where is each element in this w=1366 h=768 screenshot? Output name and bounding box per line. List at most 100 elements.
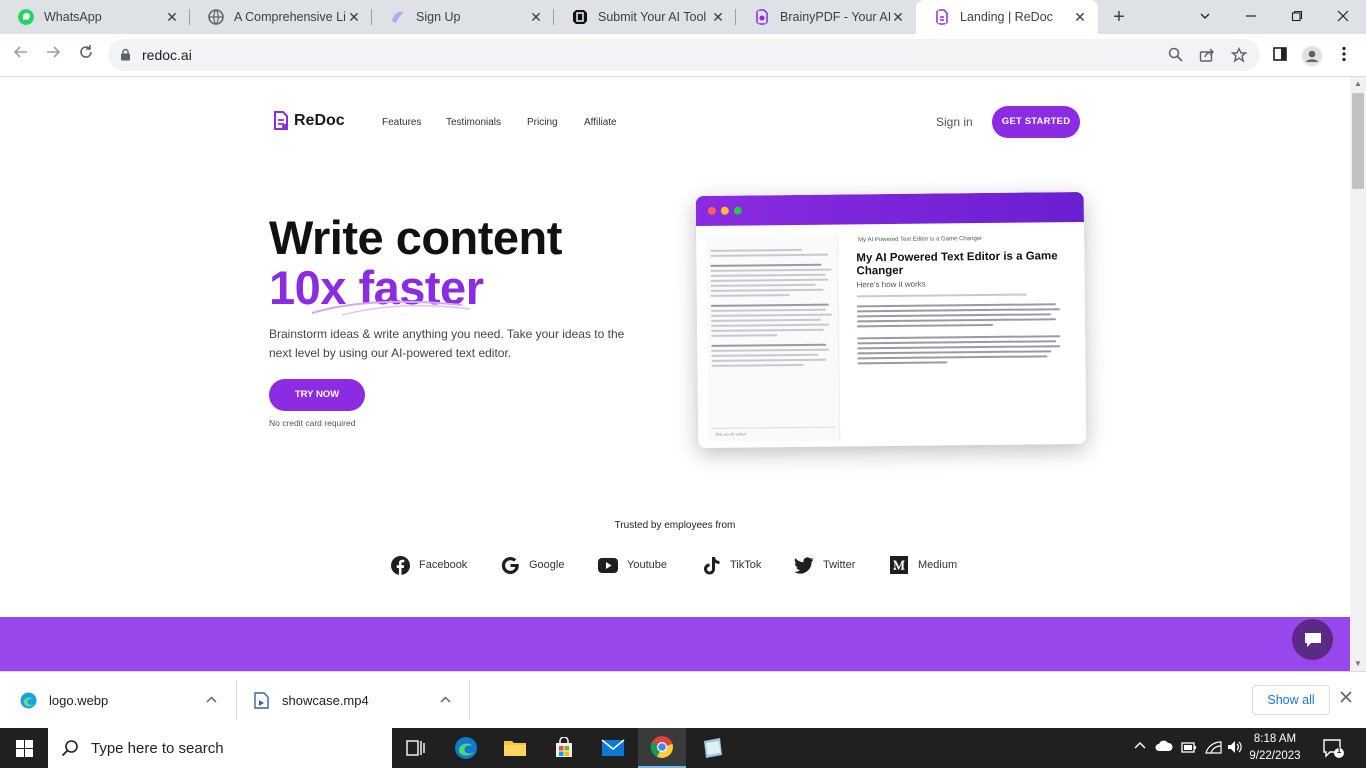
share-icon[interactable] <box>1198 47 1216 65</box>
close-icon[interactable]: ✕ <box>710 9 726 26</box>
editor-mockup-image: Ask an AI writer My AI Powered Text Edit… <box>695 191 1087 449</box>
chevron-up-icon[interactable] <box>206 694 217 708</box>
tab-title: BrainyPDF - Your AI pc <box>780 10 890 24</box>
close-window-button[interactable] <box>1320 0 1366 34</box>
tab-comprehensive-list[interactable]: A Comprehensive List ✕ <box>190 0 372 34</box>
windows-logo-icon <box>15 739 33 757</box>
download-bar: logo.webp showcase.mp4 Show all <box>0 671 1366 728</box>
minimize-icon <box>1246 15 1256 17</box>
show-hidden-icons[interactable] <box>1134 740 1146 755</box>
chevron-up-icon[interactable] <box>440 694 451 708</box>
notepad-icon <box>704 738 722 758</box>
redoc-logo[interactable]: ReDoc <box>273 110 345 131</box>
nav-testimonials[interactable]: Testimonials <box>446 117 501 128</box>
onedrive-tray-icon[interactable] <box>1155 740 1173 755</box>
battery-tray-icon[interactable] <box>1181 740 1197 757</box>
whatsapp-icon <box>18 9 34 25</box>
nav-affiliate[interactable]: Affiliate <box>584 117 617 128</box>
chat-widget-button[interactable] <box>1292 619 1333 660</box>
brand-youtube: Youtube <box>598 555 667 575</box>
close-icon[interactable]: ✕ <box>890 9 906 26</box>
close-icon <box>1337 10 1349 22</box>
mockup-input: Ask an AI writer <box>712 426 837 440</box>
notification-center-button[interactable]: 1 <box>1322 737 1344 759</box>
sign-in-link[interactable]: Sign in <box>936 115 973 129</box>
close-download-bar-icon[interactable] <box>1340 690 1352 707</box>
mail-icon <box>601 739 625 756</box>
download-filename: showcase.mp4 <box>282 693 369 708</box>
no-credit-card-note: No credit card required <box>269 418 356 428</box>
tiktok-icon <box>703 556 719 574</box>
brand-label: Google <box>529 559 565 571</box>
download-filename: logo.webp <box>49 693 109 708</box>
taskbar-mail[interactable] <box>589 728 637 768</box>
mockup-chat-panel: Ask an AI writer <box>706 234 841 442</box>
notification-count: 1 <box>1336 746 1342 755</box>
close-icon[interactable]: ✕ <box>1072 9 1088 26</box>
forward-button[interactable] <box>42 44 64 66</box>
download-item-logo[interactable]: logo.webp <box>20 672 217 729</box>
task-view-button[interactable] <box>392 728 440 768</box>
taskbar-clock[interactable]: 8:18 AM 9/22/2023 <box>1244 731 1306 765</box>
tab-sign-up[interactable]: Sign Up ✕ <box>372 0 554 34</box>
arrow-left-icon <box>13 46 27 58</box>
tab-whatsapp[interactable]: WhatsApp ✕ <box>0 0 190 34</box>
bookmark-star-icon[interactable] <box>1230 46 1248 65</box>
side-panel-icon[interactable] <box>1270 46 1290 66</box>
brand-google: Google <box>500 555 564 575</box>
taskbar-app[interactable] <box>688 728 736 768</box>
google-icon <box>501 556 519 574</box>
windows-taskbar: Type here to search 8:18 AM 9/22/2023 1 <box>0 728 1366 768</box>
twitter-icon <box>794 556 814 574</box>
search-icon <box>61 740 78 757</box>
zoom-icon[interactable] <box>1166 47 1184 65</box>
submit-icon <box>573 10 587 24</box>
taskbar-file-explorer[interactable] <box>491 728 539 768</box>
volume-tray-icon[interactable] <box>1227 740 1243 757</box>
menu-kebab-icon[interactable] <box>1334 46 1354 66</box>
clock-time: 8:18 AM <box>1253 733 1297 745</box>
page-viewport: ReDoc Features Testimonials Pricing Affi… <box>0 77 1350 671</box>
omnibox[interactable]: redoc.ai <box>108 39 1260 71</box>
minimize-button[interactable] <box>1228 0 1274 34</box>
restore-icon <box>1291 10 1303 22</box>
mockup-header <box>695 191 1084 227</box>
tab-submit-ai-tool[interactable]: Submit Your AI Tool | T ✕ <box>554 0 736 34</box>
wifi-tray-icon[interactable] <box>1205 740 1222 757</box>
tab-strip: WhatsApp ✕ A Comprehensive List ✕ Sign U… <box>0 0 1366 34</box>
mockup-top-title: My AI Powered Text Editor is a Game Chan… <box>858 236 983 244</box>
wifi-icon <box>1205 741 1222 754</box>
nav-pricing[interactable]: Pricing <box>527 117 558 128</box>
profile-avatar-icon[interactable] <box>1302 46 1322 66</box>
tab-search-button[interactable] <box>1182 0 1228 34</box>
try-now-button[interactable]: TRY NOW <box>269 379 365 411</box>
close-icon[interactable]: ✕ <box>346 9 362 26</box>
chat-icon <box>1304 632 1321 647</box>
show-all-downloads-button[interactable]: Show all <box>1252 685 1330 715</box>
globe-icon <box>208 9 224 25</box>
taskbar-chrome[interactable] <box>638 728 686 768</box>
restore-button[interactable] <box>1274 0 1320 34</box>
scroll-up-icon[interactable]: ▲ <box>1354 79 1362 88</box>
redoc-logo-icon <box>274 111 288 130</box>
taskbar-search-box[interactable]: Type here to search <box>48 728 392 768</box>
tab-brainypdf[interactable]: BrainyPDF - Your AI pc ✕ <box>736 0 916 34</box>
new-tab-button[interactable]: + <box>1108 6 1130 28</box>
close-icon[interactable]: ✕ <box>164 9 180 26</box>
taskbar-store[interactable] <box>540 728 588 768</box>
facebook-icon <box>390 555 410 575</box>
close-icon[interactable]: ✕ <box>528 9 544 26</box>
youtube-icon <box>598 557 618 573</box>
download-item-showcase[interactable]: showcase.mp4 <box>254 672 451 729</box>
reload-button[interactable] <box>75 44 97 66</box>
scrollbar-thumb[interactable] <box>1352 93 1364 189</box>
scroll-down-icon[interactable]: ▼ <box>1354 659 1362 668</box>
get-started-button[interactable]: GET STARTED <box>992 106 1080 138</box>
nav-features[interactable]: Features <box>382 117 421 128</box>
tab-redoc-landing[interactable]: Landing | ReDoc ✕ <box>916 0 1098 34</box>
tab-title: Landing | ReDoc <box>960 10 1053 24</box>
start-button[interactable] <box>0 728 48 768</box>
page-scrollbar[interactable]: ▲ ▼ <box>1350 77 1366 671</box>
taskbar-edge[interactable] <box>442 728 490 768</box>
back-button[interactable] <box>10 44 32 66</box>
